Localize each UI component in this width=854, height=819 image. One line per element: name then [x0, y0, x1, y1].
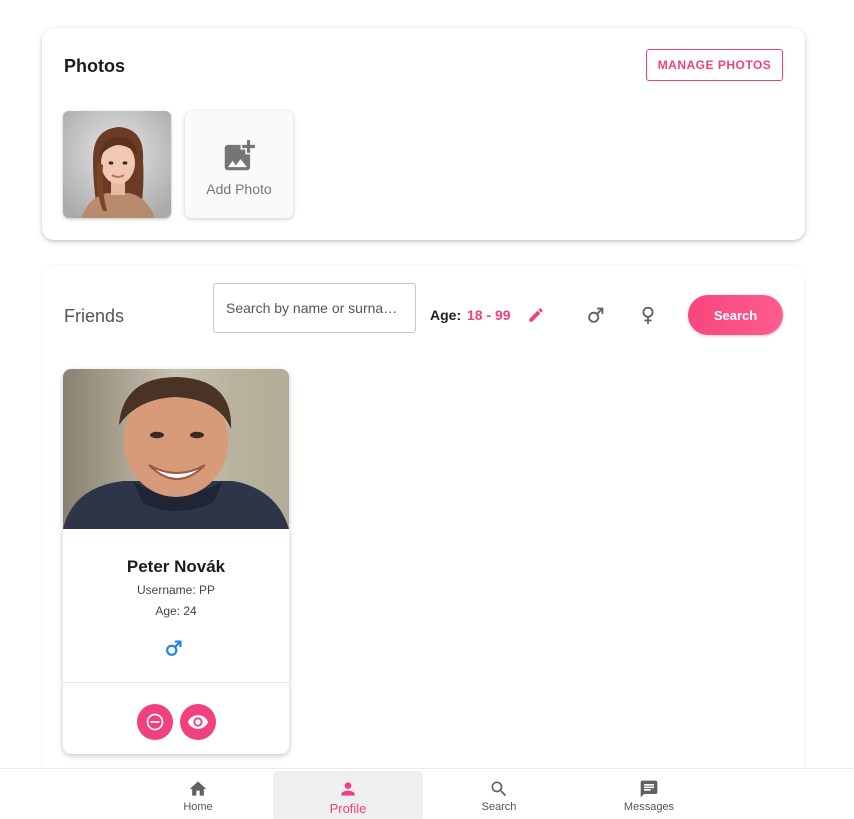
- female-filter-icon[interactable]: [637, 304, 659, 326]
- remove-circle-icon: [146, 713, 164, 731]
- friend-card-divider: [63, 682, 289, 683]
- nav-item-home[interactable]: Home: [123, 771, 273, 819]
- male-filter-icon[interactable]: [585, 304, 607, 326]
- add-photo-icon: [224, 139, 255, 170]
- male-gender-icon: [166, 640, 182, 656]
- home-icon: [189, 781, 207, 796]
- manage-photos-button[interactable]: MANAGE PHOTOS: [646, 49, 783, 81]
- age-filter-label: Age:: [430, 307, 462, 323]
- search-icon: [491, 781, 507, 797]
- friend-search-button[interactable]: Search: [688, 295, 783, 335]
- add-photo-label: Add Photo: [206, 180, 272, 197]
- remove-friend-button[interactable]: [137, 704, 173, 740]
- photos-title: Photos: [64, 56, 125, 76]
- eye-icon: [187, 715, 209, 729]
- nav-label-profile: Profile: [329, 801, 367, 816]
- edit-age-icon[interactable]: [527, 306, 545, 324]
- person-icon: [341, 782, 355, 796]
- friends-card: Friends Age: 18 - 99 Search: [42, 265, 805, 785]
- man-portrait-image: [63, 369, 289, 529]
- photos-card: Photos MANAGE PHOTOS Add Photo: [42, 28, 805, 240]
- friend-search-input[interactable]: [213, 283, 416, 333]
- friend-photo: [63, 369, 289, 529]
- profile-photo-thumbnail[interactable]: [63, 111, 171, 218]
- friends-title: Friends: [64, 306, 125, 326]
- friend-age: Age: 24: [155, 604, 197, 618]
- bottom-navigation: Home Profile Search Messages: [0, 768, 854, 819]
- message-icon: [640, 780, 658, 798]
- nav-item-search[interactable]: Search: [424, 771, 574, 819]
- woman-portrait-image: [63, 111, 171, 218]
- friend-card[interactable]: Peter Novák Username: PP Age: 24: [63, 369, 289, 754]
- nav-label-search: Search: [481, 801, 517, 813]
- add-photo-button[interactable]: Add Photo: [185, 111, 293, 218]
- nav-item-messages[interactable]: Messages: [574, 771, 724, 819]
- age-range-value: 18 - 99: [467, 307, 511, 323]
- nav-label-messages: Messages: [623, 801, 675, 813]
- nav-item-profile[interactable]: Profile: [273, 771, 423, 819]
- friend-username: Username: PP: [136, 583, 216, 597]
- view-friend-button[interactable]: [180, 704, 216, 740]
- nav-label-home: Home: [183, 801, 213, 813]
- friend-name: Peter Novák: [126, 557, 226, 576]
- profile-page: Photos MANAGE PHOTOS Add Photo Friends S…: [0, 0, 854, 819]
